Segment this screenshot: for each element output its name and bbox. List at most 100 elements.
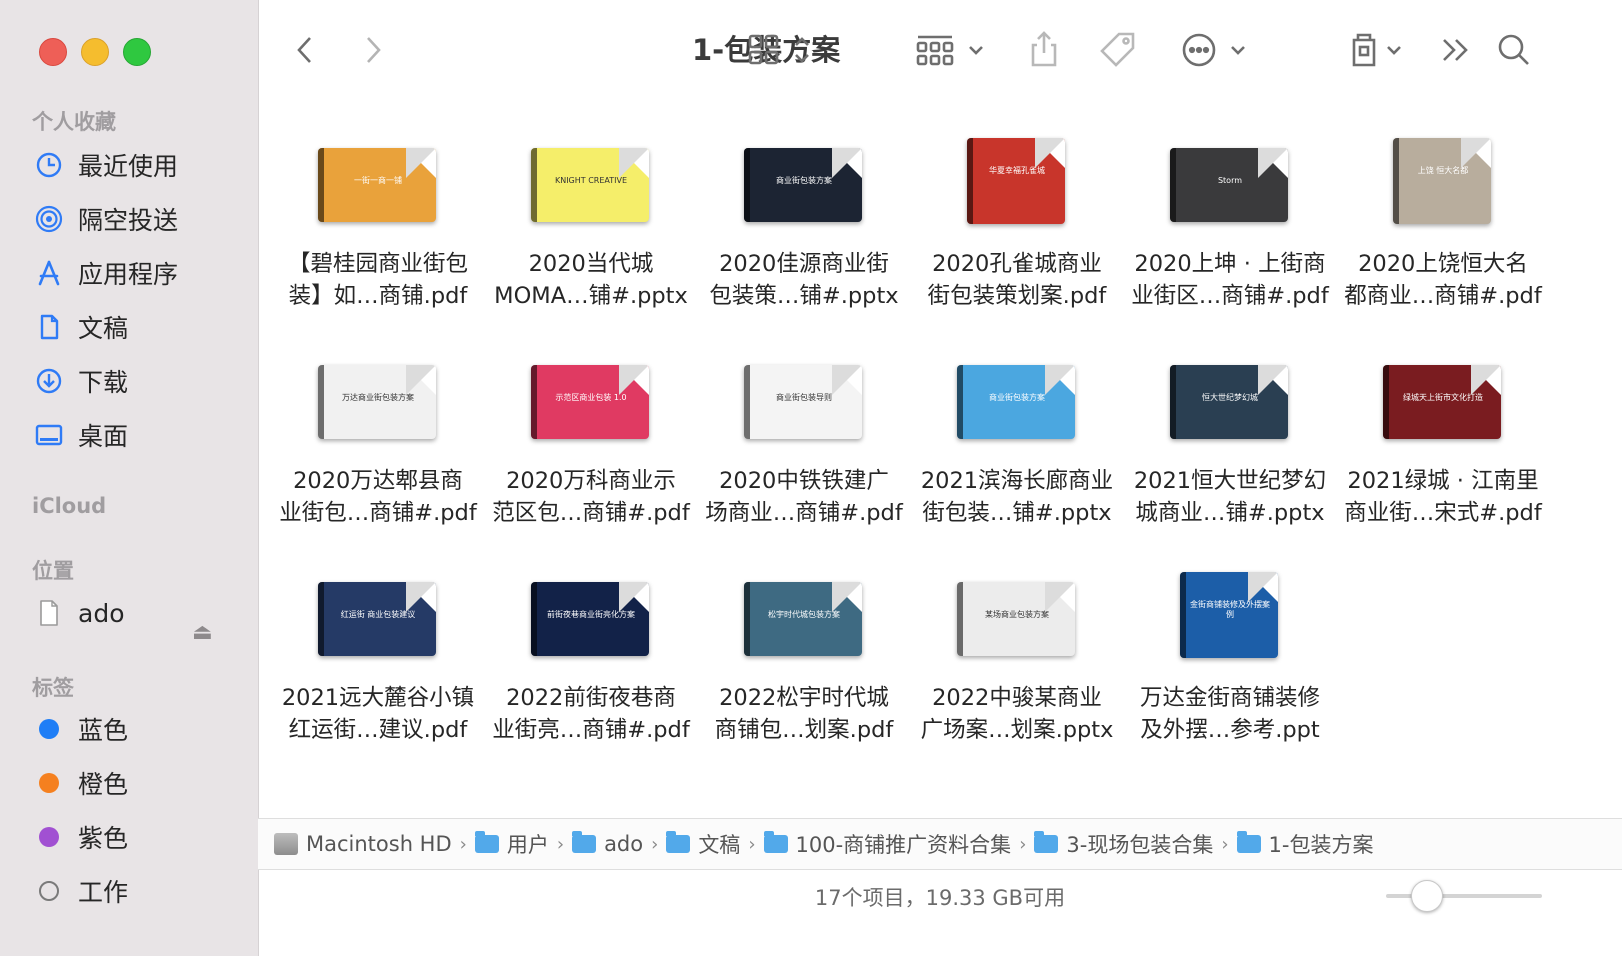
sidebar-item-ado[interactable]: ado [34,593,124,633]
connect-button[interactable] [1348,30,1410,70]
file-item[interactable]: 前街夜巷商业街亮化方案 2022前街夜巷商 业街亮…商铺#.pdf [485,564,697,780]
path-crumb-macintosh-hd[interactable]: Macintosh HD [274,832,452,856]
file-item[interactable]: 绿城天上街市文化打造 2021绿城 · 江南里 商业街…宋式#.pdf [1337,347,1549,563]
file-thumbnail: 恒大世纪梦幻城 [1170,365,1288,439]
file-name-line-1: 2020上饶恒大名 [1358,251,1528,277]
file-name: 2021滨海长廊商业 街包装…铺#.pptx [911,465,1123,529]
file-name-line-2: 业街包…商铺#.pdf [279,500,477,526]
search-icon [1498,34,1529,65]
file-thumbnail: 商业街包装方案 [957,365,1075,439]
close-button[interactable] [39,38,67,66]
file-thumbnail: 华夏幸福孔雀城 [967,138,1065,224]
minimize-button[interactable] [81,38,109,66]
tag-icon [1100,32,1135,67]
file-thumbnail: KNIGHT CREATIVE [531,148,649,222]
toolbar: 1-包装方案 [258,0,1622,100]
file-item[interactable]: 商业街包装方案 2020佳源商业街 包装策…铺#.pptx [698,130,910,346]
file-name: 2020佳源商业街 包装策…铺#.pptx [698,248,910,312]
sidebar-item-label: 隔空投送 [78,206,179,235]
file-thumbnail: 松宇时代城包装方案 [744,582,862,656]
file-item[interactable]: 一街一商一铺 【碧桂园商业街包 装】如…商铺.pdf [272,130,484,346]
file-item[interactable]: 恒大世纪梦幻城 2021恒大世纪梦幻 城商业…铺#.pptx [1124,347,1336,563]
path-crumb-100[interactable]: 100-商铺推广资料合集 [763,829,1011,859]
ellipsis-circle-icon [1182,33,1245,67]
tag-dot-icon [34,714,64,744]
back-button[interactable] [288,30,322,70]
file-item[interactable]: 华夏幸福孔雀城 2020孔雀城商业 街包装策划案.pdf [911,130,1123,346]
sidebar-item-label: 工作 [78,878,129,907]
group-button[interactable] [914,30,988,70]
locations-title: 位置 [32,559,74,583]
file-item[interactable]: 商业街包装方案 2021滨海长廊商业 街包装…铺#.pptx [911,347,1123,563]
file-item[interactable]: 上饶 恒大名都 2020上饶恒大名 都商业…商铺#.pdf [1337,130,1549,346]
file-name: 2022松宇时代城 商铺包…划案.pdf [698,682,910,746]
file-item[interactable]: KNIGHT CREATIVE 2020当代城 MOMA…铺#.pptx [485,130,697,346]
path-separator-icon: › [1221,833,1229,855]
file-name: 万达金街商铺装修 及外摆…参考.ppt [1124,682,1336,746]
sidebar-item-label: 橙色 [78,770,129,799]
file-name-line-1: 2020佳源商业街 [719,251,889,277]
file-name-line-1: 2022松宇时代城 [719,685,889,711]
sidebar-item-desktop[interactable]: 桌面 [34,415,128,455]
file-item[interactable]: 松宇时代城包装方案 2022松宇时代城 商铺包…划案.pdf [698,564,910,780]
file-item[interactable]: 商业街包装导则 2020中铁铁建广 场商业…商铺#.pdf [698,347,910,563]
sidebar-tag-orange[interactable]: 橙色 [34,763,128,803]
window-controls [39,38,151,66]
icon-size-slider[interactable] [1386,880,1542,912]
airdrop-icon [34,204,64,234]
group-icon [916,35,983,66]
file-name: 2022中骏某商业 广场案…划案.pptx [911,682,1123,746]
path-crumb-documents[interactable]: 文稿 [666,829,740,859]
sidebar-item-applications[interactable]: 应用程序 [34,253,178,293]
file-name-line-2: 都商业…商铺#.pdf [1344,283,1542,309]
file-name-line-1: 2020当代城 [528,251,654,277]
sidebar-item-recents[interactable]: 最近使用 [34,145,178,185]
sidebar-item-downloads[interactable]: 下载 [34,361,128,401]
share-icon [1031,31,1057,67]
file-thumbnail: 上饶 恒大名都 [1393,138,1491,224]
sidebar-tag-work[interactable]: 工作 [34,871,128,911]
document-icon [34,312,64,342]
file-name-line-1: 2022中骏某商业 [932,685,1102,711]
path-separator-icon: › [748,833,756,855]
tags-title: 标签 [32,676,74,700]
share-button[interactable] [1024,30,1064,70]
file-name-line-2: 城商业…铺#.pptx [1135,500,1325,526]
file-name: 2021远大麓谷小镇 红运街…建议.pdf [272,682,484,746]
slider-knob[interactable] [1411,880,1443,912]
finder-window: 个人收藏 最近使用 隔空投送 应用程序 文稿 下载 桌面 iCloud 位置 a… [0,0,1622,956]
file-thumbnail: 万达商业街包装方案 [318,365,436,439]
view-icons-button[interactable] [746,30,816,70]
eject-icon[interactable]: ⏏ [192,620,213,645]
file-item[interactable]: 红运街 商业包装建议 2021远大麓谷小镇 红运街…建议.pdf [272,564,484,780]
path-crumb-ado[interactable]: ado [572,831,643,856]
file-name-line-1: 2020上坤 · 上街商 [1134,251,1326,277]
folder-icon [474,831,499,853]
tag-button[interactable] [1098,30,1138,70]
path-crumb-users[interactable]: 用户 [474,829,549,859]
file-thumbnail: 某场商业包装方案 [957,582,1075,656]
file-name: 2020上坤 · 上街商 业街区…商铺#.pdf [1124,248,1336,312]
sidebar-item-label: 最近使用 [78,152,179,181]
more-actions-button[interactable] [1180,30,1254,70]
file-name-line-2: MOMA…铺#.pptx [494,283,688,309]
sidebar-tag-blue[interactable]: 蓝色 [34,709,128,749]
forward-button[interactable] [356,30,390,70]
zoom-button[interactable] [123,38,151,66]
file-name-line-1: 2021绿城 · 江南里 [1347,468,1539,494]
sidebar-item-airdrop[interactable]: 隔空投送 [34,199,178,239]
path-crumb-3[interactable]: 3-现场包装合集 [1034,829,1213,859]
file-item[interactable]: 万达商业街包装方案 2020万达郫县商 业街包…商铺#.pdf [272,347,484,563]
file-item[interactable]: 某场商业包装方案 2022中骏某商业 广场案…划案.pptx [911,564,1123,780]
file-item[interactable]: 示范区商业包装 1.0 2020万科商业示 范区包…商铺#.pdf [485,347,697,563]
tag-dot-icon [34,822,64,852]
search-button[interactable] [1494,30,1534,70]
file-thumbnail: 示范区商业包装 1.0 [531,365,649,439]
sidebar-item-documents[interactable]: 文稿 [34,307,128,347]
overflow-button[interactable] [1436,30,1476,70]
file-item[interactable]: Storm 2020上坤 · 上街商 业街区…商铺#.pdf [1124,130,1336,346]
sidebar-tag-purple[interactable]: 紫色 [34,817,128,857]
status-bar: 17个项目，19.33 GB可用 [258,870,1622,924]
path-crumb-1[interactable]: 1-包装方案 [1236,829,1374,859]
file-item[interactable]: 金街商铺装修及外摆案例 万达金街商铺装修 及外摆…参考.ppt [1124,564,1336,780]
